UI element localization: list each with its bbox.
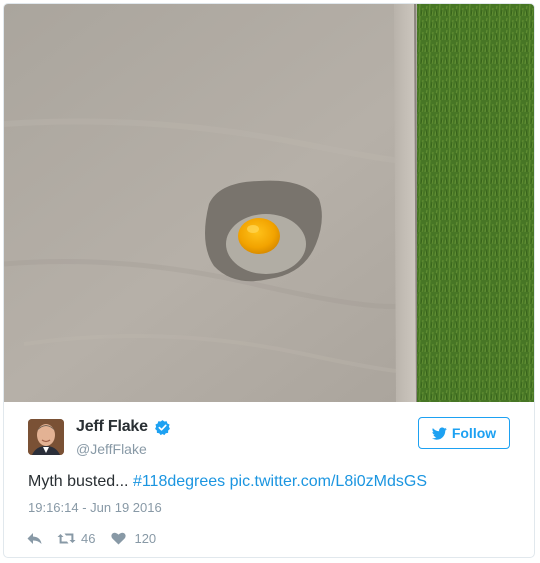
avatar[interactable] — [28, 419, 64, 455]
egg-on-sidewalk-image — [4, 4, 534, 402]
author-name-row[interactable]: Jeff Flake — [76, 418, 171, 436]
retweet-button[interactable] — [57, 532, 81, 545]
tweet-timestamp[interactable]: 19:16:14 - Jun 19 2016 — [28, 500, 162, 515]
tweet-photo[interactable] — [4, 4, 534, 402]
reply-icon — [27, 533, 42, 544]
verified-badge-icon — [154, 419, 170, 435]
follow-button-label: Follow — [451, 425, 497, 441]
author-handle[interactable]: @JeffFlake — [76, 441, 147, 457]
follow-button[interactable]: Follow — [418, 417, 510, 449]
twitter-bird-icon — [431, 427, 447, 440]
heart-icon — [111, 532, 127, 545]
avatar-portrait-icon — [28, 419, 64, 455]
tweet-text: Myth busted... #118degrees pic.twitter.c… — [28, 473, 427, 491]
tweet-card: Jeff Flake @JeffFlake Follow Myth busted… — [3, 3, 535, 558]
tweet-text-body: Myth busted... — [28, 473, 133, 490]
like-button[interactable] — [111, 532, 134, 545]
author-name[interactable]: Jeff Flake — [76, 418, 148, 436]
retweet-count: 46 — [81, 531, 96, 546]
like-count: 120 — [134, 531, 157, 546]
hashtag-link[interactable]: #118degrees — [133, 473, 225, 490]
reply-button[interactable] — [26, 532, 57, 545]
media-link[interactable]: pic.twitter.com/L8i0zMdsGS — [230, 473, 427, 490]
retweet-icon — [57, 533, 76, 544]
tweet-actions: 46 120 — [26, 531, 156, 546]
